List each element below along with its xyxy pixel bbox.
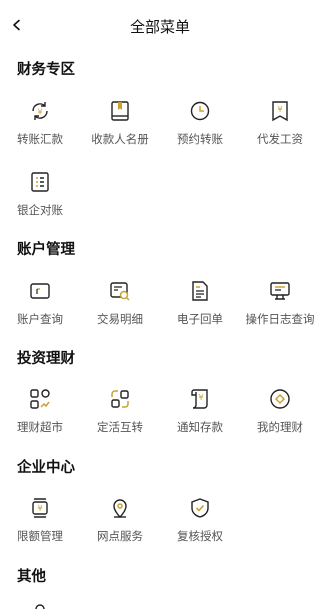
svg-text:¥: ¥ xyxy=(37,504,42,513)
menu-item-label: 交易明细 xyxy=(97,312,143,326)
page-title: 全部菜单 xyxy=(129,18,190,36)
chevron-left-icon xyxy=(13,19,20,31)
wallet-icon xyxy=(28,279,52,303)
menu-item-transactions[interactable]: 交易明细 xyxy=(80,279,160,335)
notice-deposit-icon: ¥ xyxy=(188,387,212,411)
my-wealth-icon xyxy=(268,387,292,411)
menu-item-label: 通知存款 xyxy=(177,420,223,434)
log-icon xyxy=(268,279,292,303)
section-title: 账户管理 xyxy=(17,242,75,258)
scheduled-clock-icon xyxy=(188,99,212,123)
menu-item-label: 复核授权 xyxy=(177,529,223,543)
menu-item-wealth-market[interactable]: 理财超市 xyxy=(0,387,80,443)
menu-item-operation-log[interactable]: 操作日志查询 xyxy=(240,279,320,335)
menu-item-deposit-swap[interactable]: 定活互转 xyxy=(80,387,160,443)
limit-icon: ¥ xyxy=(28,496,52,520)
back-button[interactable] xyxy=(6,14,28,36)
menu-item-label: 网点服务 xyxy=(97,529,143,543)
menu-item-label: 定活互转 xyxy=(97,420,143,434)
nav-bar: 全部菜单 xyxy=(0,0,320,52)
location-pin-icon xyxy=(108,496,132,520)
section-title: 其他 xyxy=(17,569,46,585)
menu-item-label: 电子回单 xyxy=(177,312,223,326)
salary-icon: ¥ xyxy=(268,99,292,123)
svg-text:¥: ¥ xyxy=(277,105,282,114)
reconcile-icon xyxy=(28,170,52,194)
shield-check-icon xyxy=(188,496,212,520)
section-title: 财务专区 xyxy=(17,62,75,78)
menu-item-reconcile[interactable]: 银企对账 xyxy=(0,170,80,226)
menu-item-transfer[interactable]: ¥ 转账汇款 xyxy=(0,99,80,155)
menu-item-payee-book[interactable]: 收款人名册 xyxy=(80,99,160,155)
menu-item-branch-service[interactable]: 网点服务 xyxy=(80,496,160,552)
market-grid-icon xyxy=(28,387,52,411)
menu-item-scheduled-transfer[interactable]: 预约转账 xyxy=(160,99,240,155)
menu-item-e-receipt[interactable]: 电子回单 xyxy=(160,279,240,335)
transfer-icon: ¥ xyxy=(28,99,52,123)
payee-book-icon xyxy=(108,99,132,123)
section-title: 企业中心 xyxy=(17,460,75,476)
svg-text:¥: ¥ xyxy=(198,393,203,402)
menu-item-label: 银企对账 xyxy=(17,203,63,217)
menu-item-account-query[interactable]: 账户查询 xyxy=(0,279,80,335)
menu-item-label: 操作日志查询 xyxy=(245,312,315,326)
menu-item-review-authorize[interactable]: 复核授权 xyxy=(160,496,240,552)
svg-text:¥: ¥ xyxy=(37,108,42,117)
menu-item-notice-deposit[interactable]: ¥ 通知存款 xyxy=(160,387,240,443)
swap-icon xyxy=(108,387,132,411)
section-title: 投资理财 xyxy=(17,351,75,367)
menu-item-label: 收款人名册 xyxy=(91,132,149,146)
menu-item-label: 预约转账 xyxy=(177,132,223,146)
menu-item-salary[interactable]: ¥ 代发工资 xyxy=(240,99,320,155)
menu-item-my-wealth[interactable]: 我的理财 xyxy=(240,387,320,443)
menu-item-label: 代发工资 xyxy=(257,132,303,146)
partial-icon xyxy=(28,603,52,609)
menu-item-limit-management[interactable]: ¥ 限额管理 xyxy=(0,496,80,552)
menu-item-label: 我的理财 xyxy=(257,420,303,434)
receipt-icon xyxy=(188,279,212,303)
transaction-search-icon xyxy=(108,279,132,303)
